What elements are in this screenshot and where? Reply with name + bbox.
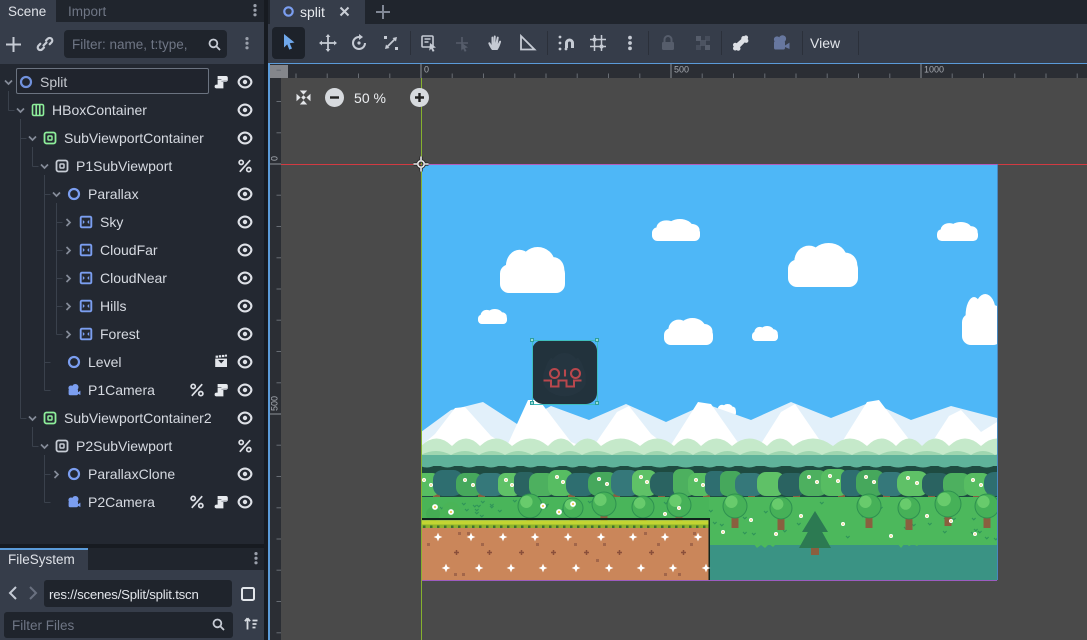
svg-text:1000: 1000 — [924, 65, 944, 75]
svg-text:0: 0 — [270, 156, 280, 161]
svg-text:500: 500 — [674, 65, 689, 75]
svg-text:500: 500 — [270, 396, 280, 411]
svg-text:0: 0 — [424, 65, 429, 75]
